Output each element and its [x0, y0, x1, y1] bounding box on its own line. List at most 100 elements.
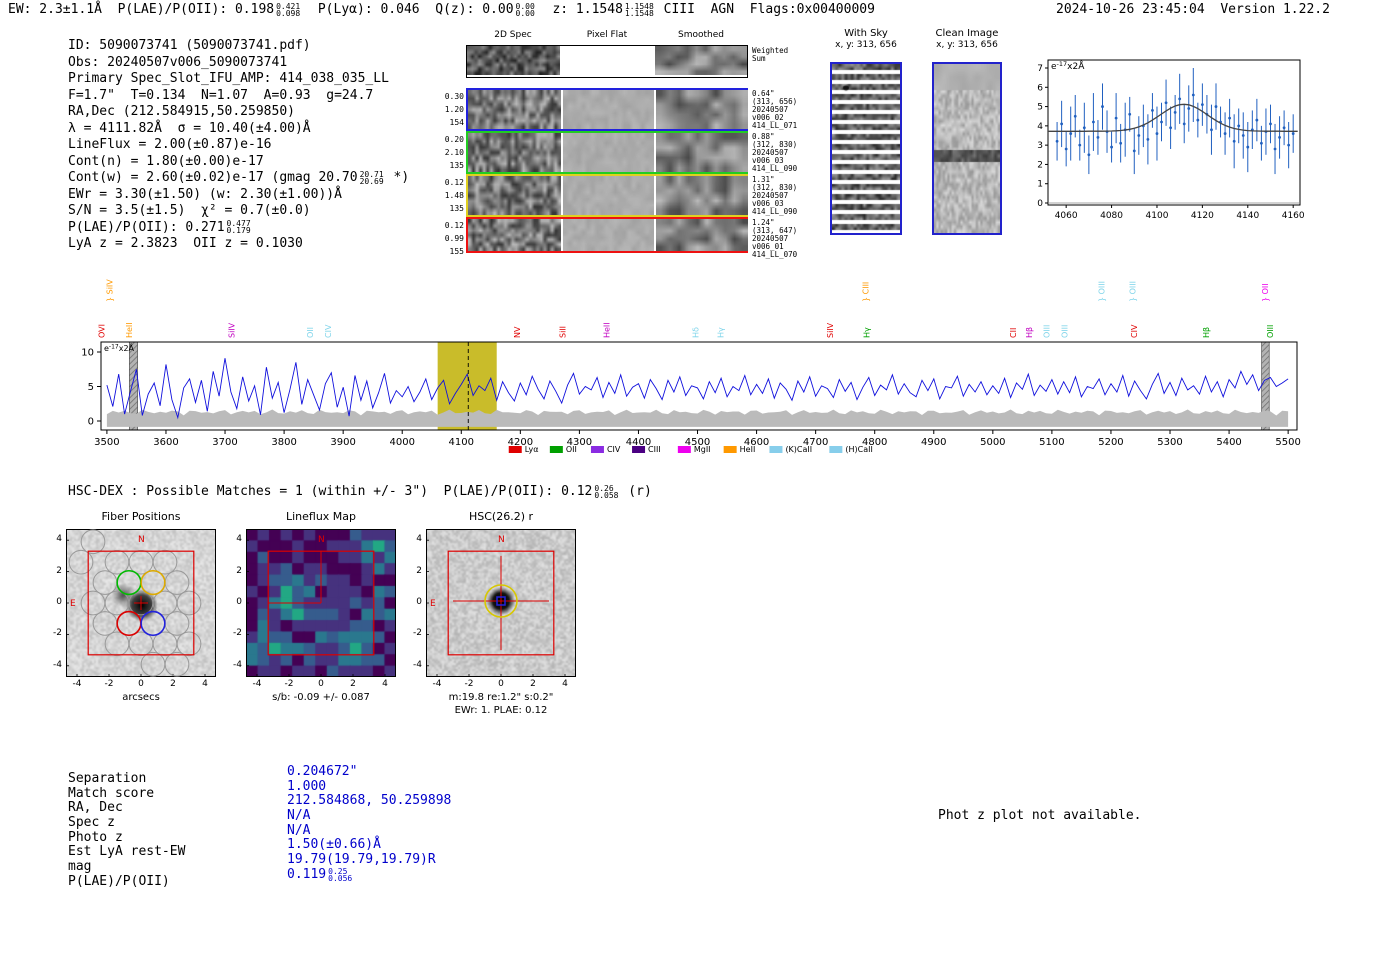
compass-east-label: E — [430, 599, 436, 609]
y-tick-label: -4 — [222, 660, 242, 670]
svg-text:6: 6 — [1037, 83, 1043, 93]
fiber-positions-overlay: NE — [66, 529, 216, 677]
spec2d-col-header: Smoothed — [678, 30, 724, 40]
info-line-primary: Primary Spec_Slot_IFU_AMP: 414_038_035_L… — [68, 71, 409, 88]
header-summary-line: EW: 2.3±1.1Å P(LAE)/P(OII): 0.1980.4210.… — [8, 2, 875, 17]
hsc-cutout-title: HSC(26.2) r — [426, 510, 576, 523]
match-row-label: P(LAE)/P(OII) — [68, 875, 287, 890]
spec2d-col-header: 2D Spec — [494, 30, 531, 40]
x-tick-label: 0 — [492, 679, 510, 689]
lineflux-map-caption: s/b: -0.09 +/- 0.087 — [220, 692, 422, 703]
with-sky-panel: With Sky x, y: 313, 656 — [820, 28, 912, 240]
match-row-label: Spec z — [68, 816, 287, 831]
y-tick-label: 4 — [42, 534, 62, 544]
lineflux-map-panel: Lineflux Map N s/b: -0.09 +/- 0.087 -4-4… — [220, 508, 430, 723]
svg-text:5: 5 — [1037, 103, 1043, 113]
x-tick-label: -2 — [100, 679, 118, 689]
fiber-positions-xlabel: arcsecs — [40, 692, 242, 703]
svg-text:2: 2 — [1037, 160, 1043, 170]
legend-label: (K)CaII — [785, 445, 812, 454]
svg-text:4080: 4080 — [1100, 211, 1123, 221]
match-row-value: N/A — [287, 823, 310, 838]
svg-text:0: 0 — [88, 417, 94, 428]
svg-text:e-17x2Å: e-17x2Å — [1051, 60, 1085, 72]
emission-line-label: HeII — [603, 322, 612, 338]
legend-label: OII — [566, 445, 577, 454]
info-line-radec: RA,Dec (212.584915,50.259850) — [68, 104, 409, 121]
emission-line-label: OII — [306, 327, 315, 338]
info-line-id: ID: 5090073741 (5090073741.pdf) — [68, 38, 409, 55]
info-line-lineflux: LineFlux = 2.00(±0.87)e-16 — [68, 137, 409, 154]
y-tick-label: -2 — [402, 628, 422, 638]
svg-text:4160: 4160 — [1282, 211, 1305, 221]
match-row-value: 0.204672" — [287, 764, 357, 779]
spec2d-row — [466, 131, 748, 174]
spec2d-row-left-labels: 0.301.20154 — [440, 92, 464, 131]
emission-line-label: Hβ — [1025, 327, 1034, 338]
fiber-positions-title: Fiber Positions — [66, 510, 216, 523]
x-tick-label: -2 — [280, 679, 298, 689]
emission-line-label: Hδ — [691, 327, 700, 338]
legend-label: CIII — [648, 445, 661, 454]
svg-text:5000: 5000 — [980, 437, 1005, 448]
match-table-row: P(LAE)/P(OII)0.1190.250.056 — [68, 875, 451, 890]
spec2d-panel: 2D Spec Pixel Flat Smoothed WeightedSum0… — [440, 30, 860, 260]
svg-text:5200: 5200 — [1098, 437, 1123, 448]
clean-image-frame — [932, 62, 1002, 235]
emission-line-label: NV — [513, 326, 522, 338]
spec2d-col-header: Pixel Flat — [587, 30, 627, 40]
x-tick-label: 2 — [164, 679, 182, 689]
svg-text:4100: 4100 — [449, 437, 474, 448]
spec2d-row-left-labels: 0.121.48135 — [440, 178, 464, 217]
legend-label: CIV — [607, 445, 621, 454]
emission-line-label: CII — [1009, 328, 1018, 338]
x-tick-label: 2 — [344, 679, 362, 689]
emission-line-label: OIII — [1043, 325, 1052, 338]
elixer-report-page: EW: 2.3±1.1Å P(LAE)/P(OII): 0.1980.4210.… — [0, 0, 1400, 953]
catalog-match-table: Separation0.204672"Match score1.000RA, D… — [68, 772, 451, 890]
emission-line-label: Hγ — [863, 327, 872, 338]
svg-text:5300: 5300 — [1157, 437, 1182, 448]
svg-text:3700: 3700 — [212, 437, 237, 448]
emission-line-label: OIII — [1266, 325, 1275, 338]
y-tick-label: -2 — [222, 628, 242, 638]
info-line-contw: Cont(w) = 2.60(±0.02)e-17 (gmag 20.7020.… — [68, 170, 409, 187]
emission-line-label: OVI — [98, 324, 107, 338]
compass-north-label: N — [138, 535, 145, 545]
compass-north-label: N — [318, 535, 325, 545]
legend-label: HeII — [740, 445, 756, 454]
x-tick-label: 0 — [132, 679, 150, 689]
x-tick-label: 4 — [556, 679, 574, 689]
svg-text:3900: 3900 — [330, 437, 355, 448]
svg-text:3: 3 — [1037, 141, 1043, 151]
compass-north-label: N — [498, 535, 505, 545]
emission-line-label: SiIV — [228, 322, 237, 338]
compass-east-label: E — [70, 599, 76, 609]
svg-text:3600: 3600 — [153, 437, 178, 448]
svg-text:5500: 5500 — [1275, 437, 1300, 448]
y-tick-label: 2 — [402, 566, 422, 576]
info-line-contn: Cont(n) = 1.80(±0.00)e-17 — [68, 154, 409, 171]
detection-info-block: ID: 5090073741 (5090073741.pdf) Obs: 202… — [68, 38, 409, 253]
y-tick-label: -4 — [42, 660, 62, 670]
svg-text:4120: 4120 — [1191, 211, 1214, 221]
emission-line-label: OIII — [1060, 325, 1069, 338]
svg-text:1: 1 — [1037, 180, 1043, 190]
y-tick-label: 0 — [42, 597, 62, 607]
x-tick-label: -4 — [428, 679, 446, 689]
hsc-cutout-caption2: EWr: 1. PLAE: 0.12 — [400, 705, 602, 716]
legend-label: Lyα — [525, 445, 539, 454]
clean-image-title: Clean Image — [922, 28, 1012, 39]
info-line-sn: S/N = 3.5(±1.5) χ² = 0.7(±0.0) — [68, 203, 409, 220]
x-tick-label: -4 — [248, 679, 266, 689]
y-tick-label: 0 — [402, 597, 422, 607]
fiber-positions-panel: Fiber Positions NE arcsecs -4-4-2-200224… — [40, 508, 250, 723]
svg-text:4900: 4900 — [921, 437, 946, 448]
emission-line-label: CIV — [324, 324, 333, 338]
emission-line-label: } CIII — [861, 282, 870, 302]
x-tick-label: 0 — [312, 679, 330, 689]
hsc-match-summary: HSC-DEX : Possible Matches = 1 (within +… — [68, 484, 652, 499]
emission-line-label: CIV — [1130, 324, 1139, 338]
svg-text:5400: 5400 — [1216, 437, 1241, 448]
clean-image-image — [934, 64, 1000, 233]
